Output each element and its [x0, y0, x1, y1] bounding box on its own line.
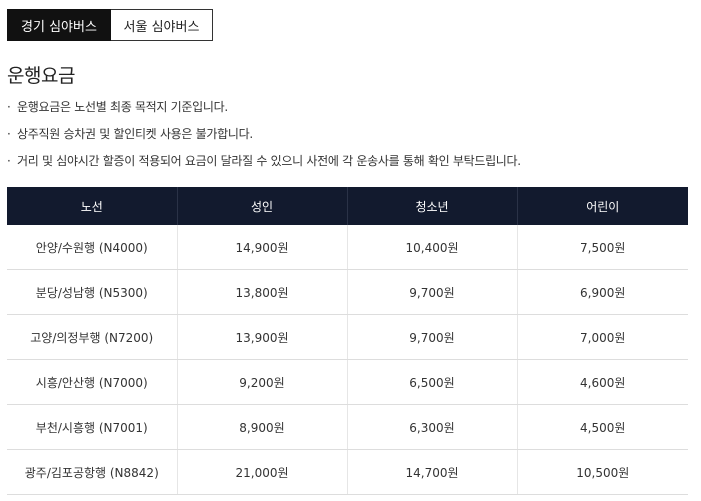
youth-fare-cell: 9,700원: [347, 269, 518, 315]
fare-notes: · 운행요금은 노선별 최종 목적지 기준입니다. · 상주직원 승차권 및 할인티…: [7, 98, 521, 179]
route-cell: 시흥/안산행 (N7000): [7, 359, 178, 405]
youth-fare-cell: 14,700원: [347, 449, 518, 495]
header-adult: 성인: [177, 187, 348, 225]
bullet: ·: [7, 127, 11, 141]
header-youth: 청소년: [347, 187, 518, 225]
table-row: 시흥/안산행 (N7000) 9,200원 6,500원 4,600원: [7, 359, 688, 405]
bullet: ·: [7, 100, 11, 114]
adult-fare-cell: 8,900원: [177, 404, 348, 450]
bullet: ·: [7, 154, 11, 168]
child-fare-cell: 4,600원: [517, 359, 688, 405]
tab-gyeonggi-night-bus[interactable]: 경기 심야버스: [7, 9, 111, 41]
youth-fare-cell: 9,700원: [347, 314, 518, 360]
fare-page: 경기 심야버스 서울 심야버스 운행요금 · 운행요금은 노선별 최종 목적지 기…: [0, 0, 701, 501]
route-cell: 부천/시흥행 (N7001): [7, 404, 178, 450]
route-cell: 광주/김포공항행 (N8842): [7, 449, 178, 495]
route-cell: 고양/의정부행 (N7200): [7, 314, 178, 360]
child-fare-cell: 10,500원: [517, 449, 688, 495]
child-fare-cell: 6,900원: [517, 269, 688, 315]
tab-label: 경기 심야버스: [21, 19, 97, 35]
youth-fare-cell: 6,300원: [347, 404, 518, 450]
section-title: 운행요금: [7, 65, 75, 87]
note-item: · 상주직원 승차권 및 할인티켓 사용은 불가합니다.: [7, 125, 521, 152]
adult-fare-cell: 13,900원: [177, 314, 348, 360]
header-route: 노선: [7, 187, 178, 225]
table-header-row: 노선 성인 청소년 어린이: [7, 187, 688, 225]
child-fare-cell: 7,500원: [517, 225, 688, 270]
adult-fare-cell: 14,900원: [177, 225, 348, 270]
bus-type-tabs: 경기 심야버스 서울 심야버스: [7, 9, 213, 41]
table-row: 고양/의정부행 (N7200) 13,900원 9,700원 7,000원: [7, 314, 688, 360]
note-item: · 거리 및 심야시간 할증이 적용되어 요금이 달라질 수 있으니 사전에 각 …: [7, 152, 521, 179]
fare-table: 노선 성인 청소년 어린이 안양/수원행 (N4000) 14,900원 10,…: [7, 187, 688, 495]
header-child: 어린이: [517, 187, 688, 225]
table-row: 안양/수원행 (N4000) 14,900원 10,400원 7,500원: [7, 225, 688, 270]
table-row: 광주/김포공항행 (N8842) 21,000원 14,700원 10,500원: [7, 449, 688, 495]
note-text: 운행요금은 노선별 최종 목적지 기준입니다.: [17, 100, 228, 114]
child-fare-cell: 4,500원: [517, 404, 688, 450]
table-row: 분당/성남행 (N5300) 13,800원 9,700원 6,900원: [7, 269, 688, 315]
route-cell: 안양/수원행 (N4000): [7, 225, 178, 270]
youth-fare-cell: 10,400원: [347, 225, 518, 270]
note-text: 거리 및 심야시간 할증이 적용되어 요금이 달라질 수 있으니 사전에 각 운…: [17, 154, 521, 168]
adult-fare-cell: 13,800원: [177, 269, 348, 315]
tab-label: 서울 심야버스: [123, 19, 200, 35]
route-cell: 분당/성남행 (N5300): [7, 269, 178, 315]
tab-seoul-night-bus[interactable]: 서울 심야버스: [111, 9, 213, 41]
adult-fare-cell: 21,000원: [177, 449, 348, 495]
note-text: 상주직원 승차권 및 할인티켓 사용은 불가합니다.: [17, 127, 253, 141]
adult-fare-cell: 9,200원: [177, 359, 348, 405]
note-item: · 운행요금은 노선별 최종 목적지 기준입니다.: [7, 98, 521, 125]
youth-fare-cell: 6,500원: [347, 359, 518, 405]
table-row: 부천/시흥행 (N7001) 8,900원 6,300원 4,500원: [7, 404, 688, 450]
child-fare-cell: 7,000원: [517, 314, 688, 360]
